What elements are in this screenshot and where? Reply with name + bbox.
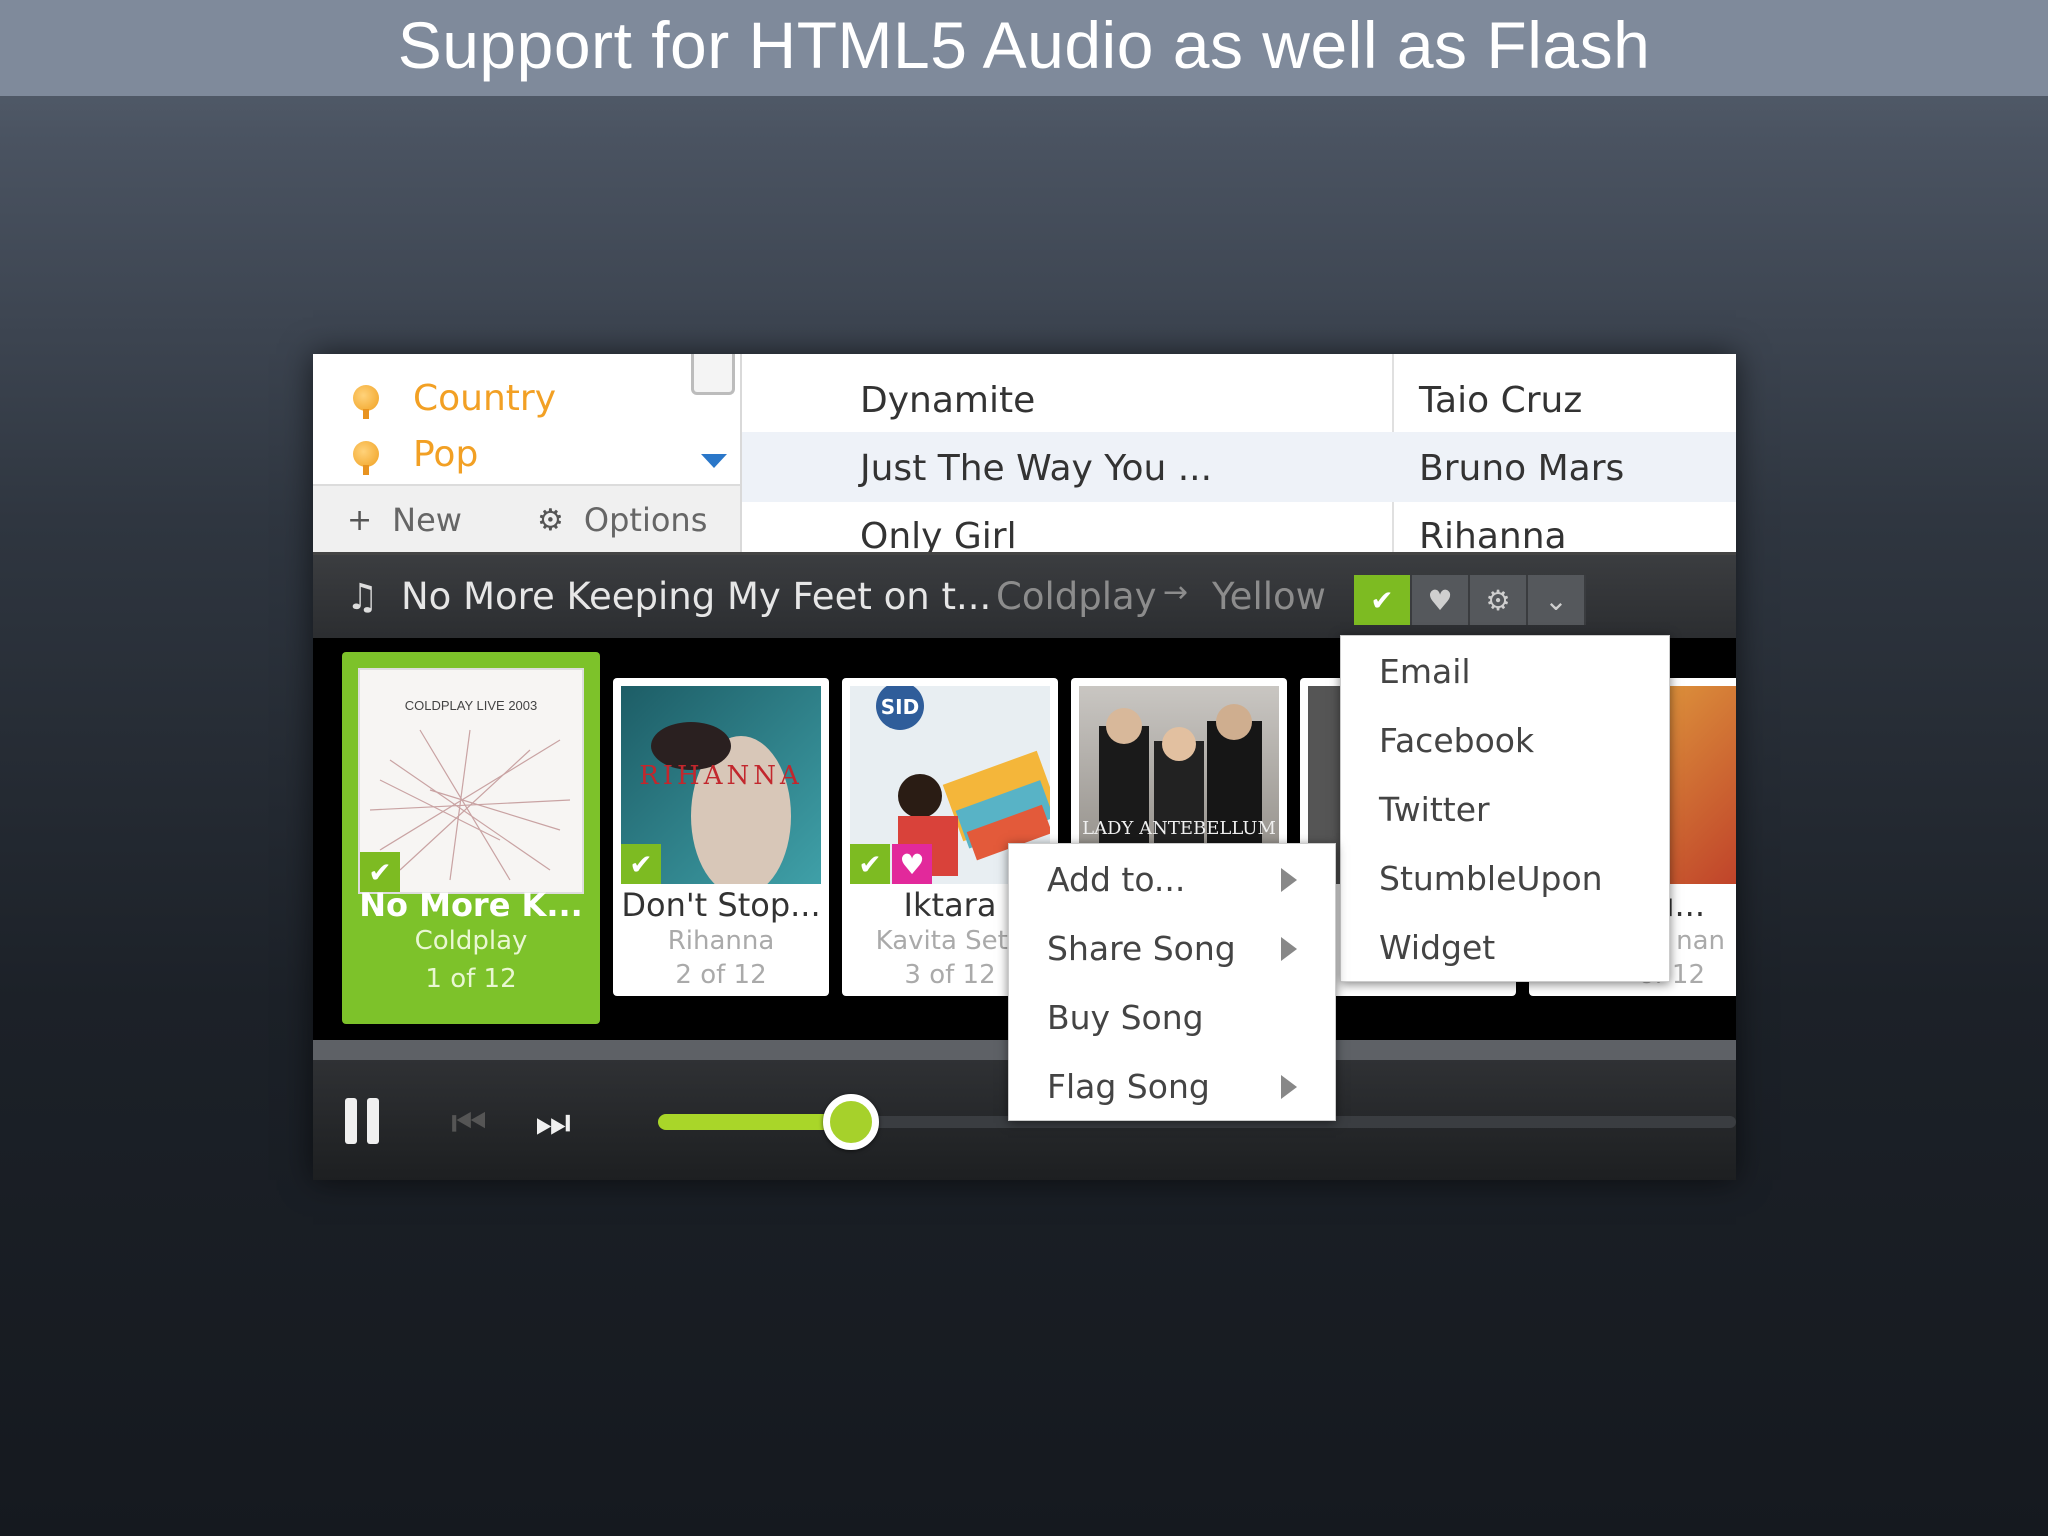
check-icon: ✔ bbox=[621, 844, 661, 884]
song-context-menu: Add to... Share Song Buy Song Flag Song bbox=[1008, 843, 1336, 1121]
slide-title: Support for HTML5 Audio as well as Flash bbox=[397, 8, 1651, 82]
arrow-icon: → bbox=[1163, 575, 1189, 610]
menu-item-flag-song[interactable]: Flag Song bbox=[1009, 1053, 1335, 1121]
bulb-icon bbox=[353, 385, 379, 419]
like-button[interactable]: ♥ bbox=[1412, 575, 1470, 625]
song-action-buttons: ✔ ♥ ⚙ ⌄ bbox=[1354, 575, 1586, 625]
album-artist: Coldplay bbox=[414, 926, 528, 956]
plus-icon: + bbox=[347, 502, 373, 538]
slide-header: Support for HTML5 Audio as well as Flash bbox=[0, 0, 2048, 96]
previous-button[interactable]: ⏮ bbox=[451, 1100, 487, 1146]
bulb-icon bbox=[353, 441, 379, 475]
sidebar-item-pop[interactable]: Pop bbox=[353, 424, 478, 484]
album-title: Don't Stop... bbox=[621, 886, 821, 924]
music-note-icon: ♫ bbox=[346, 577, 379, 618]
check-button[interactable]: ✔ bbox=[1354, 575, 1412, 625]
check-icon: ✔ bbox=[850, 844, 890, 884]
sidebar-item-label: Country bbox=[413, 377, 557, 419]
settings-button[interactable]: ⚙ bbox=[1470, 575, 1528, 625]
album-position: 1 of 12 bbox=[425, 964, 517, 994]
menu-item-email[interactable]: Email bbox=[1341, 638, 1669, 706]
share-menu: Email Facebook Twitter StumbleUpon Widge… bbox=[1340, 635, 1670, 982]
track-row[interactable]: Just The Way You ... Bruno Mars bbox=[742, 432, 1736, 502]
track-title: Only Girl bbox=[860, 516, 1017, 557]
seek-progress bbox=[658, 1114, 842, 1130]
album-title: No More K... bbox=[359, 886, 583, 924]
gear-icon: ⚙ bbox=[537, 502, 564, 538]
track-artist: Taio Cruz bbox=[1419, 380, 1583, 421]
pause-button[interactable] bbox=[345, 1098, 389, 1148]
track-artist: Bruno Mars bbox=[1419, 448, 1625, 489]
heart-icon: ♥ bbox=[892, 844, 932, 884]
sidebar-footer: + New ⚙ Options bbox=[313, 484, 740, 554]
previous-icon: ⏮ bbox=[451, 1100, 487, 1146]
svg-text:LADY ANTEBELLUM: LADY ANTEBELLUM bbox=[1082, 818, 1276, 839]
track-title: Dynamite bbox=[860, 380, 1036, 421]
submenu-arrow-icon bbox=[1281, 868, 1297, 892]
library-panel: Country Pop + New ⚙ Options Dynamite Tai… bbox=[313, 354, 1736, 557]
album-position: 2 of 12 bbox=[675, 960, 767, 990]
chevron-down-icon[interactable] bbox=[701, 454, 727, 468]
new-button[interactable]: + New bbox=[347, 498, 462, 542]
more-button[interactable]: ⌄ bbox=[1528, 575, 1586, 625]
menu-item-widget[interactable]: Widget bbox=[1341, 914, 1669, 982]
sidebar-item-label: Pop bbox=[413, 433, 479, 475]
check-icon: ✔ bbox=[1370, 583, 1394, 617]
now-playing-song[interactable]: No More Keeping My Feet on t... bbox=[401, 575, 991, 618]
submenu-arrow-icon bbox=[1281, 1075, 1297, 1099]
now-playing-bar: ♫ No More Keeping My Feet on t... Coldpl… bbox=[313, 552, 1736, 641]
sidebar-scrollbar[interactable] bbox=[691, 354, 735, 395]
options-button[interactable]: ⚙ Options bbox=[537, 498, 707, 542]
pause-icon bbox=[345, 1098, 357, 1144]
submenu-arrow-icon bbox=[1281, 937, 1297, 961]
track-row[interactable]: Dynamite Taio Cruz bbox=[742, 364, 1736, 434]
menu-item-twitter[interactable]: Twitter bbox=[1341, 776, 1669, 844]
track-artist: Rihanna bbox=[1419, 516, 1567, 557]
next-button[interactable]: ⏭ bbox=[535, 1100, 571, 1146]
now-playing-artist[interactable]: Coldplay bbox=[996, 575, 1157, 618]
sidebar-item-country[interactable]: Country bbox=[353, 368, 556, 428]
album-artist: Rihanna bbox=[667, 926, 775, 956]
now-playing-album[interactable]: Yellow bbox=[1212, 575, 1326, 618]
menu-item-buy-song[interactable]: Buy Song bbox=[1009, 984, 1335, 1052]
chevron-down-icon: ⌄ bbox=[1544, 583, 1568, 617]
next-icon: ⏭ bbox=[535, 1100, 571, 1146]
heart-icon: ♥ bbox=[1427, 583, 1453, 617]
menu-item-stumbleupon[interactable]: StumbleUpon bbox=[1341, 845, 1669, 913]
menu-item-add-to[interactable]: Add to... bbox=[1009, 846, 1335, 914]
album-card[interactable]: RIHANNA ✔ Don't Stop... Rihanna 2 of 12 bbox=[613, 678, 829, 996]
seek-handle[interactable] bbox=[823, 1094, 880, 1150]
gear-icon: ⚙ bbox=[1485, 583, 1511, 617]
options-label: Options bbox=[583, 501, 708, 539]
album-card-current[interactable]: COLDPLAY LIVE 2003 ✔ No More K... Coldpl… bbox=[342, 652, 600, 1024]
track-title: Just The Way You ... bbox=[860, 448, 1213, 489]
new-label: New bbox=[392, 501, 462, 539]
menu-item-facebook[interactable]: Facebook bbox=[1341, 707, 1669, 775]
svg-text:RIHANNA: RIHANNA bbox=[639, 761, 803, 791]
svg-text:COLDPLAY LIVE 2003: COLDPLAY LIVE 2003 bbox=[405, 698, 538, 713]
station-sidebar: Country Pop + New ⚙ Options bbox=[313, 354, 742, 554]
svg-text:SID: SID bbox=[881, 695, 919, 719]
menu-item-share-song[interactable]: Share Song bbox=[1009, 915, 1335, 983]
track-list: Dynamite Taio Cruz Just The Way You ... … bbox=[742, 354, 1736, 557]
